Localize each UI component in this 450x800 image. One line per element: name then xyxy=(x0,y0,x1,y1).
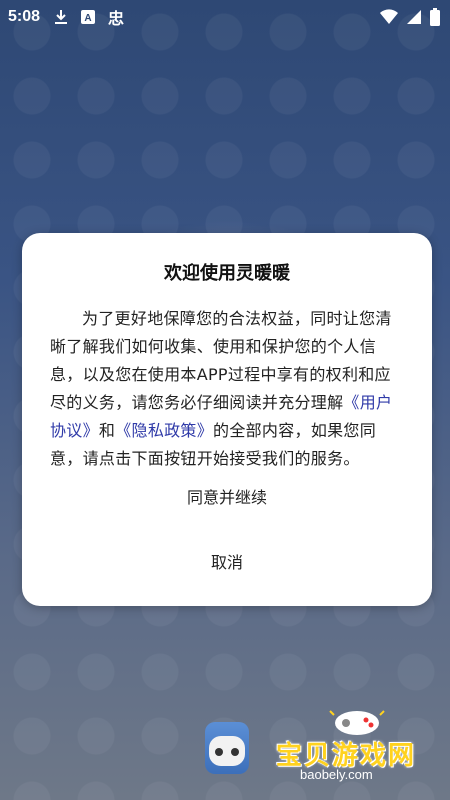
privacy-policy-link[interactable]: 《隐私政策》 xyxy=(115,421,213,440)
status-bar: 5:08 A 忠 xyxy=(0,0,450,34)
dialog-body: 为了更好地保障您的合法权益，同时让您清晰了解我们如何收集、使用和保护您的个人信息… xyxy=(50,305,406,473)
app-notification-icon: 忠 xyxy=(108,11,125,28)
app-icon-eye-left xyxy=(215,748,223,756)
dialog-title: 欢迎使用灵暖暖 xyxy=(164,263,290,284)
status-time: 5:08 xyxy=(8,8,41,25)
app-icon xyxy=(205,722,249,774)
download-icon xyxy=(54,9,68,25)
wifi-icon xyxy=(380,9,398,25)
watermark: 宝贝游戏网 baobely.com xyxy=(272,705,442,785)
privacy-consent-dialog: 欢迎使用灵暖暖 为了更好地保障您的合法权益，同时让您清晰了解我们如何收集、使用和… xyxy=(22,233,432,606)
battery-icon xyxy=(430,8,440,26)
body-text-and: 和 xyxy=(98,421,116,440)
agree-continue-button[interactable]: 同意并继续 xyxy=(22,483,432,513)
svg-text:A: A xyxy=(84,13,91,24)
keyboard-a-icon: A xyxy=(80,9,96,25)
status-icons-left: A 忠 xyxy=(54,5,124,29)
body-text-part1: 为了更好地保障您的合法权益，同时让您清晰了解我们如何收集、使用和保护您的个人信息… xyxy=(50,309,392,412)
status-icons-right xyxy=(380,8,440,26)
signal-icon xyxy=(406,9,422,25)
app-icon-eye-right xyxy=(231,748,239,756)
watermark-url: baobely.com xyxy=(300,767,373,782)
cancel-button[interactable]: 取消 xyxy=(22,548,432,578)
